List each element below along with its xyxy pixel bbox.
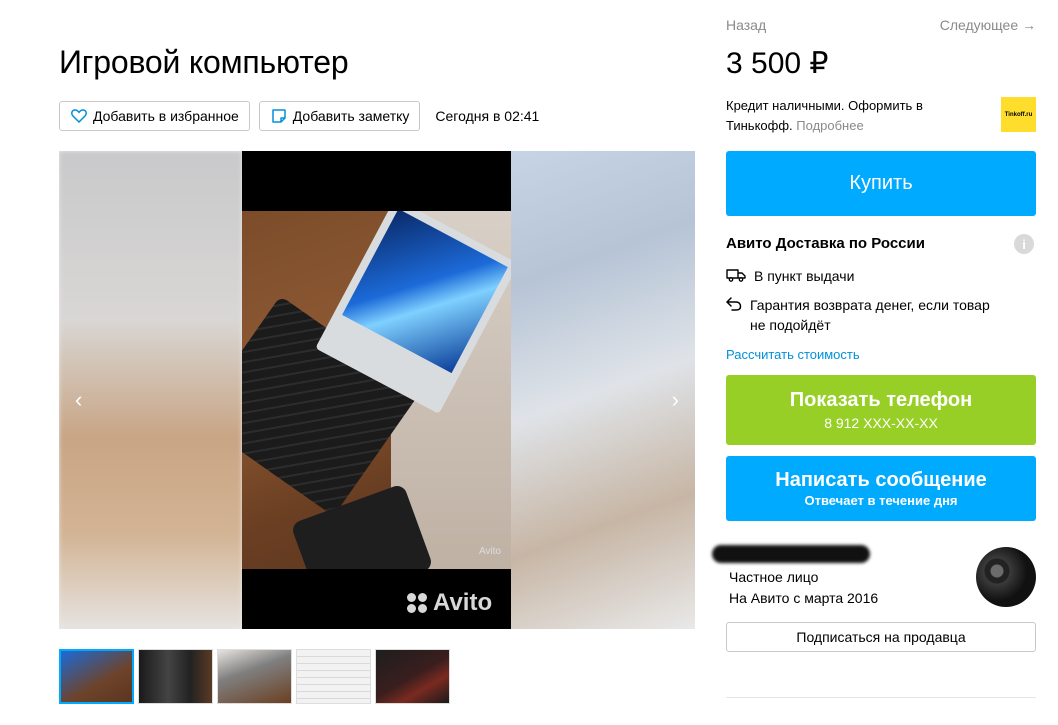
delivery-pickup-row: В пункт выдачи [726,266,854,286]
avito-dots-icon [407,593,427,613]
truck-icon [726,266,746,286]
posted-date: Сегодня в 02:41 [435,108,540,124]
chevron-left-icon[interactable]: ‹ [75,387,82,413]
delivery-pickup-text: В пункт выдачи [754,268,855,284]
send-message-button[interactable]: Написать сообщение Отвечает в течение дн… [726,456,1036,521]
chevron-right-icon[interactable]: › [672,387,679,413]
gallery-blur-left [59,151,242,629]
add-to-favorites-button[interactable]: Добавить в избранное [59,101,250,131]
info-icon[interactable]: i [1014,234,1034,254]
watermark-small: Avito [478,546,501,557]
show-phone-label: Показать телефон [789,389,973,411]
buy-button[interactable]: Купить [726,151,1036,216]
photo-gallery[interactable]: Avito Avito ‹ › [59,151,695,629]
note-icon [270,107,288,125]
avatar[interactable] [976,547,1036,607]
delivery-title: Авито Доставка по России [726,235,925,252]
watermark-logo: Avito [407,589,492,617]
watermark-big-text: Avito [433,589,493,616]
response-time: Отвечает в течение дня [804,493,958,508]
show-phone-button[interactable]: Показать телефон 8 912 XXX-XX-XX [726,375,1036,445]
back-link[interactable]: Назад [726,17,766,33]
delivery-guarantee-row: Гарантия возврата денег, если товар не п… [726,295,1006,335]
price: 3 500 ₽ [726,47,829,80]
return-icon [726,295,742,335]
seller-type: Частное лицо [729,569,819,585]
add-note-button[interactable]: Добавить заметку [258,101,421,131]
heart-icon [70,107,88,125]
thumbnail-strip [59,649,450,704]
subscribe-button[interactable]: Подписаться на продавца [726,622,1036,652]
listing-actions: Добавить в избранное Добавить заметку Се… [59,101,539,131]
seller-since: На Авито с марта 2016 [729,590,879,606]
gallery-blur-right [511,151,695,629]
listing-nav: Назад Следующее → [726,17,1036,33]
thumbnail-3[interactable] [217,649,292,704]
divider [726,697,1036,698]
next-link[interactable]: Следующее → [940,17,1036,33]
main-photo[interactable]: Avito Avito [242,151,511,629]
add-note-label: Добавить заметку [292,108,410,124]
delivery-guarantee-text: Гарантия возврата денег, если товар не п… [750,297,990,333]
buy-button-label: Купить [849,172,913,194]
thumbnail-4[interactable] [296,649,371,704]
thumbnail-5[interactable] [375,649,450,704]
page-title: Игровой компьютер [59,44,349,80]
tinkoff-logo[interactable]: Tinkoff.ru [1001,97,1036,132]
send-message-label: Написать сообщение [775,469,987,491]
credit-more-link[interactable]: Подробнее [796,118,863,133]
credit-offer: Кредит наличными. Оформить в Тинькофф. П… [726,96,956,136]
calculate-cost-link[interactable]: Рассчитать стоимость [726,347,860,362]
add-to-favorites-label: Добавить в избранное [93,108,239,124]
seller-name-redacted[interactable] [712,545,870,563]
thumbnail-1[interactable] [59,649,134,704]
phone-number: 8 912 XXX-XX-XX [824,415,938,431]
photo-content: Avito [242,211,511,569]
thumbnail-2[interactable] [138,649,213,704]
